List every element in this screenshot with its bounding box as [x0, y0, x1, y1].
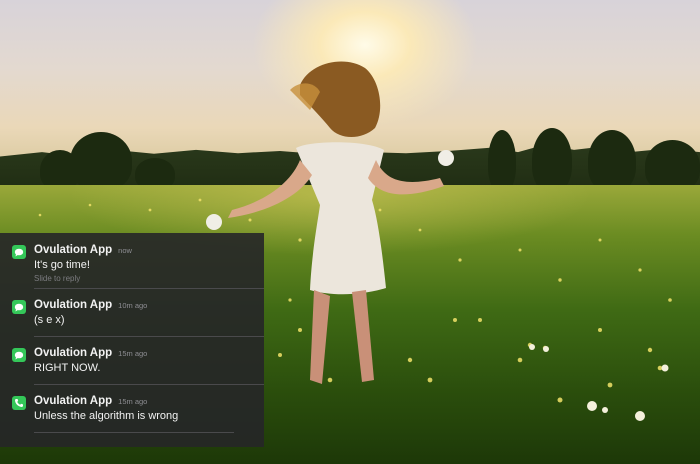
notification-message: It's go time!	[34, 259, 90, 271]
tree	[588, 130, 636, 192]
notification-time: 15m ago	[118, 349, 148, 358]
notification-message: RIGHT NOW.	[34, 362, 101, 374]
message-bubble-icon	[12, 348, 26, 362]
notification-time: now	[118, 246, 132, 255]
notification-message: (s e x)	[34, 314, 65, 326]
notification-item[interactable]: Ovulation App 10m ago (s e x)	[0, 292, 264, 336]
divider	[34, 336, 264, 337]
divider	[34, 384, 264, 385]
divider	[34, 288, 264, 289]
notification-panel: Ovulation App now It's go time! Slide to …	[0, 233, 264, 447]
tree	[532, 128, 572, 192]
phone-icon	[12, 396, 26, 410]
tree	[488, 130, 516, 192]
notification-time: 15m ago	[118, 397, 148, 406]
notification-app-name: Ovulation App 15m ago	[34, 347, 148, 359]
notification-item[interactable]: Ovulation App 15m ago Unless the algorith…	[0, 388, 264, 432]
notification-app-name: Ovulation App 15m ago	[34, 395, 148, 407]
notification-item[interactable]: Ovulation App 15m ago RIGHT NOW.	[0, 340, 264, 384]
message-bubble-icon	[12, 300, 26, 314]
notification-app-name: Ovulation App now	[34, 244, 132, 256]
notification-message: Unless the algorithm is wrong	[34, 410, 179, 422]
message-bubble-icon	[12, 245, 26, 259]
notification-app-name: Ovulation App 10m ago	[34, 299, 148, 311]
slide-to-reply-hint[interactable]: Slide to reply	[34, 274, 80, 283]
notification-item[interactable]: Ovulation App now It's go time! Slide to …	[0, 237, 264, 283]
tree	[70, 132, 132, 190]
tree	[40, 150, 80, 190]
panel-bottom-edge	[34, 432, 234, 433]
notification-time: 10m ago	[118, 301, 148, 310]
